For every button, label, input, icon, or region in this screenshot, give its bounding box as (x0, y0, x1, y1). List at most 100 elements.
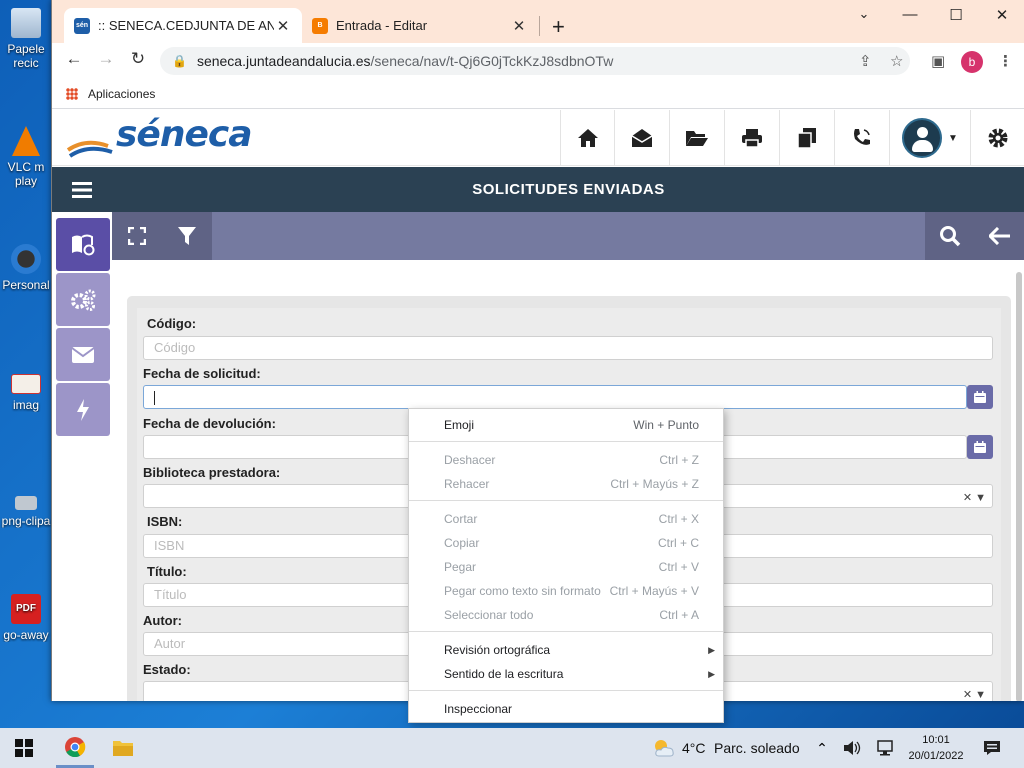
desktop-icon-image[interactable]: imag (0, 374, 52, 412)
network-icon[interactable] (874, 728, 896, 768)
tab-title: Entrada - Editar (336, 18, 428, 33)
folder-open-icon (685, 131, 708, 146)
logo-text: séneca (116, 114, 253, 155)
menu-item-deshacer[interactable]: Deshacer Ctrl + Z (409, 448, 723, 472)
menu-item-seleccionar-todo[interactable]: Seleccionar todo Ctrl + A (409, 603, 723, 627)
weather-temperature[interactable]: 4°C (682, 728, 706, 768)
user-menu-caret-icon: ▼ (948, 132, 958, 144)
menu-item-label: Emoji (444, 418, 475, 432)
desktop-icon-png-clipart[interactable]: png-clipa (0, 496, 52, 528)
tab-close-icon[interactable]: ✕ (274, 17, 292, 35)
system-clock[interactable]: 10:01 20/01/2022 (900, 732, 972, 764)
tab-entrada-editar[interactable]: B Entrada - Editar ✕ (302, 8, 538, 43)
weather-icon[interactable] (650, 728, 678, 768)
menu-item-shortcut: Ctrl + A (659, 608, 699, 622)
bookmark-aplicaciones[interactable]: Aplicaciones (88, 87, 155, 101)
menu-item-emoji[interactable]: Emoji Win + Punto (409, 413, 723, 437)
menu-item-pegar[interactable]: Pegar Ctrl + V (409, 555, 723, 579)
scrollbar[interactable] (1016, 272, 1022, 701)
vlc-cone-icon (12, 126, 40, 156)
tab-close-icon[interactable]: ✕ (510, 17, 528, 35)
reload-icon[interactable]: ↻ (126, 49, 150, 69)
menu-item-label: Sentido de la escritura (444, 667, 564, 681)
app-header: séneca ▼ (52, 110, 1024, 166)
filter-icon (178, 227, 196, 245)
folder-button[interactable] (669, 110, 723, 166)
image-file-icon (11, 374, 41, 394)
tray-chevron-icon[interactable]: ⌃ (812, 728, 832, 768)
fecha-solicitud-calendar-button[interactable] (967, 385, 993, 409)
volume-icon[interactable] (842, 728, 862, 768)
menu-item-label: Pegar (444, 560, 477, 574)
user-menu-button[interactable]: ▼ (889, 110, 970, 166)
maximize-icon[interactable]: ☐ (933, 6, 979, 24)
bookmark-star-icon[interactable]: ☆ (890, 52, 903, 70)
png-file-icon (15, 496, 37, 510)
browser-menu-icon[interactable]: ⋮ (998, 52, 1013, 70)
filter-button[interactable] (162, 212, 212, 260)
fecha-solicitud-input[interactable] (143, 385, 967, 409)
share-icon[interactable]: ⇪ (859, 52, 872, 70)
search-button[interactable] (925, 212, 975, 260)
desktop-icon-pdf[interactable]: PDF go-away (0, 594, 52, 642)
menu-item-label: Cortar (444, 512, 478, 526)
seneca-favicon-icon: sén (74, 17, 90, 34)
notifications-icon[interactable] (982, 728, 1002, 768)
desktop-icon-personal[interactable]: Personal (0, 244, 52, 292)
fecha-devolucion-calendar-button[interactable] (967, 435, 993, 459)
tab-seneca[interactable]: sén :: SENECA.CEDJUNTA DE ANDALUCÍA ✕ (64, 8, 302, 43)
close-window-icon[interactable]: ✕ (979, 6, 1024, 24)
browser-toolbar: ← → ↻ 🔒 seneca.juntadeandalucia.es/senec… (52, 43, 1024, 79)
autor-label: Autor: (143, 613, 182, 628)
menu-item-pegar-sin-formato[interactable]: Pegar como texto sin formato Ctrl + Mayú… (409, 579, 723, 603)
taskbar-file-explorer[interactable] (104, 728, 142, 768)
phone-button[interactable] (834, 110, 888, 166)
menu-item-revision-ortografica[interactable]: Revisión ortográfica ▶ (409, 638, 723, 662)
menu-item-sentido-escritura[interactable]: Sentido de la escritura ▶ (409, 662, 723, 686)
back-button[interactable] (975, 212, 1024, 260)
print-button[interactable] (724, 110, 778, 166)
copy-button[interactable] (779, 110, 833, 166)
windows-logo-icon (15, 739, 33, 757)
fecha-solicitud-label: Fecha de solicitud: (143, 366, 261, 381)
sidebar-item-config[interactable] (56, 273, 110, 326)
calendar-icon (974, 391, 986, 403)
fecha-devolucion-label: Fecha de devolución: (143, 416, 276, 431)
taskbar-chrome[interactable] (56, 728, 94, 768)
submenu-arrow-icon: ▶ (708, 644, 715, 655)
menu-item-rehacer[interactable]: Rehacer Ctrl + Mayús + Z (409, 472, 723, 496)
forward-icon[interactable]: → (94, 49, 118, 69)
tab-title: :: SENECA.CEDJUNTA DE ANDALUCÍA (98, 18, 274, 33)
address-bar[interactable]: 🔒 seneca.juntadeandalucia.es/seneca/nav/… (160, 47, 910, 75)
tab-search-chevron-icon[interactable]: ⌄ (841, 6, 887, 22)
apps-grid-icon[interactable] (66, 87, 78, 100)
sidebar-item-messages[interactable] (56, 328, 110, 381)
side-panel-icon[interactable]: ▣ (931, 52, 945, 70)
seneca-logo[interactable]: séneca (66, 114, 253, 160)
new-tab-icon[interactable]: + (552, 14, 565, 40)
home-button[interactable] (560, 110, 614, 166)
fullscreen-button[interactable] (112, 212, 162, 260)
sidebar-item-shortcuts[interactable] (56, 383, 110, 436)
select-clear-caret-icon[interactable]: ✕ ▼ (963, 684, 986, 701)
menu-item-cortar[interactable]: Cortar Ctrl + X (409, 507, 723, 531)
action-bar (112, 212, 1024, 260)
minimize-icon[interactable]: — (887, 6, 933, 23)
menu-item-inspeccionar[interactable]: Inspeccionar (409, 697, 723, 721)
start-button[interactable] (6, 728, 42, 768)
menu-item-label: Revisión ortográfica (444, 643, 551, 657)
menu-separator (409, 441, 723, 442)
settings-button[interactable] (970, 110, 1024, 166)
mail-button[interactable] (614, 110, 668, 166)
select-clear-caret-icon[interactable]: ✕ ▼ (963, 487, 986, 509)
desktop-icon-vlc[interactable]: VLC m play (0, 126, 52, 188)
menu-toggle-button[interactable] (52, 167, 112, 212)
sidebar-item-library[interactable] (56, 218, 110, 271)
menu-item-copiar[interactable]: Copiar Ctrl + C (409, 531, 723, 555)
weather-description[interactable]: Parc. soleado (714, 728, 800, 768)
folder-icon (113, 741, 133, 756)
back-icon[interactable]: ← (62, 49, 86, 69)
desktop-icon-recycle-bin[interactable]: Papele recic (0, 8, 52, 70)
profile-avatar[interactable]: b (961, 51, 983, 73)
codigo-input[interactable]: Código (143, 336, 993, 360)
